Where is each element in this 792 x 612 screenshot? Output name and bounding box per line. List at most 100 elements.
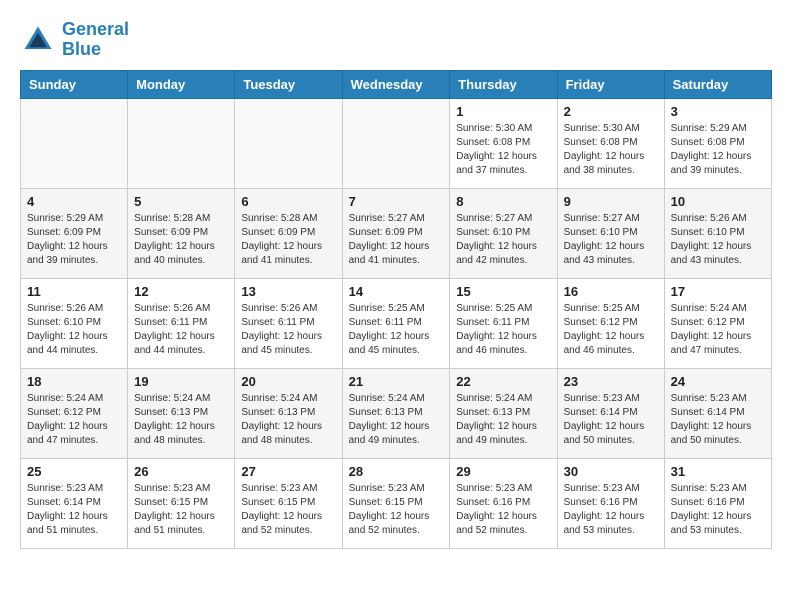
day-info: Sunrise: 5:23 AM Sunset: 6:14 PM Dayligh…	[27, 482, 121, 538]
day-number: 20	[241, 374, 335, 389]
calendar-cell: 30 Sunrise: 5:23 AM Sunset: 6:16 PM Dayli…	[557, 458, 664, 548]
day-info: Sunrise: 5:24 AM Sunset: 6:12 PM Dayligh…	[671, 302, 765, 358]
day-number: 16	[564, 284, 658, 299]
day-info: Sunrise: 5:26 AM Sunset: 6:10 PM Dayligh…	[27, 302, 121, 358]
day-number: 11	[27, 284, 121, 299]
calendar-cell: 2 Sunrise: 5:30 AM Sunset: 6:08 PM Daylig…	[557, 98, 664, 188]
day-info: Sunrise: 5:24 AM Sunset: 6:13 PM Dayligh…	[134, 392, 228, 448]
day-number: 12	[134, 284, 228, 299]
day-info: Sunrise: 5:23 AM Sunset: 6:16 PM Dayligh…	[456, 482, 550, 538]
day-info: Sunrise: 5:30 AM Sunset: 6:08 PM Dayligh…	[456, 122, 550, 178]
weekday-saturday: Saturday	[664, 70, 771, 98]
page-header: General Blue	[20, 20, 772, 60]
day-number: 6	[241, 194, 335, 209]
day-info: Sunrise: 5:27 AM Sunset: 6:09 PM Dayligh…	[349, 212, 444, 268]
day-info: Sunrise: 5:23 AM Sunset: 6:15 PM Dayligh…	[134, 482, 228, 538]
day-info: Sunrise: 5:25 AM Sunset: 6:11 PM Dayligh…	[349, 302, 444, 358]
day-info: Sunrise: 5:29 AM Sunset: 6:08 PM Dayligh…	[671, 122, 765, 178]
day-number: 31	[671, 464, 765, 479]
day-number: 26	[134, 464, 228, 479]
calendar-cell: 21 Sunrise: 5:24 AM Sunset: 6:13 PM Dayli…	[342, 368, 450, 458]
day-info: Sunrise: 5:26 AM Sunset: 6:11 PM Dayligh…	[241, 302, 335, 358]
calendar-cell: 7 Sunrise: 5:27 AM Sunset: 6:09 PM Daylig…	[342, 188, 450, 278]
day-number: 10	[671, 194, 765, 209]
day-info: Sunrise: 5:23 AM Sunset: 6:14 PM Dayligh…	[671, 392, 765, 448]
day-info: Sunrise: 5:28 AM Sunset: 6:09 PM Dayligh…	[134, 212, 228, 268]
calendar-table: SundayMondayTuesdayWednesdayThursdayFrid…	[20, 70, 772, 549]
calendar-cell	[21, 98, 128, 188]
calendar-cell: 13 Sunrise: 5:26 AM Sunset: 6:11 PM Dayli…	[235, 278, 342, 368]
day-number: 30	[564, 464, 658, 479]
calendar-cell: 5Sunrise: 5:28 AM Sunset: 6:09 PM Daylig…	[128, 188, 235, 278]
day-number: 2	[564, 104, 658, 119]
calendar-cell: 10 Sunrise: 5:26 AM Sunset: 6:10 PM Dayli…	[664, 188, 771, 278]
calendar-cell: 22 Sunrise: 5:24 AM Sunset: 6:13 PM Dayli…	[450, 368, 557, 458]
weekday-sunday: Sunday	[21, 70, 128, 98]
day-info: Sunrise: 5:28 AM Sunset: 6:09 PM Dayligh…	[241, 212, 335, 268]
day-info: Sunrise: 5:30 AM Sunset: 6:08 PM Dayligh…	[564, 122, 658, 178]
day-info: Sunrise: 5:29 AM Sunset: 6:09 PM Dayligh…	[27, 212, 121, 268]
calendar-cell: 12 Sunrise: 5:26 AM Sunset: 6:11 PM Dayli…	[128, 278, 235, 368]
day-number: 22	[456, 374, 550, 389]
logo-text: General Blue	[62, 20, 129, 60]
calendar-cell: 24 Sunrise: 5:23 AM Sunset: 6:14 PM Dayli…	[664, 368, 771, 458]
day-number: 4	[27, 194, 121, 209]
calendar-week-5: 25 Sunrise: 5:23 AM Sunset: 6:14 PM Dayli…	[21, 458, 772, 548]
weekday-friday: Friday	[557, 70, 664, 98]
day-info: Sunrise: 5:23 AM Sunset: 6:16 PM Dayligh…	[671, 482, 765, 538]
day-info: Sunrise: 5:24 AM Sunset: 6:13 PM Dayligh…	[349, 392, 444, 448]
day-info: Sunrise: 5:24 AM Sunset: 6:12 PM Dayligh…	[27, 392, 121, 448]
weekday-monday: Monday	[128, 70, 235, 98]
day-number: 25	[27, 464, 121, 479]
day-info: Sunrise: 5:25 AM Sunset: 6:11 PM Dayligh…	[456, 302, 550, 358]
day-number: 9	[564, 194, 658, 209]
day-number: 29	[456, 464, 550, 479]
weekday-thursday: Thursday	[450, 70, 557, 98]
day-info: Sunrise: 5:27 AM Sunset: 6:10 PM Dayligh…	[564, 212, 658, 268]
day-number: 21	[349, 374, 444, 389]
day-info: Sunrise: 5:23 AM Sunset: 6:14 PM Dayligh…	[564, 392, 658, 448]
day-number: 7	[349, 194, 444, 209]
calendar-cell: 1 Sunrise: 5:30 AM Sunset: 6:08 PM Daylig…	[450, 98, 557, 188]
calendar-cell: 8 Sunrise: 5:27 AM Sunset: 6:10 PM Daylig…	[450, 188, 557, 278]
day-number: 3	[671, 104, 765, 119]
calendar-cell: 17 Sunrise: 5:24 AM Sunset: 6:12 PM Dayli…	[664, 278, 771, 368]
calendar-cell	[235, 98, 342, 188]
day-number: 24	[671, 374, 765, 389]
day-info: Sunrise: 5:23 AM Sunset: 6:16 PM Dayligh…	[564, 482, 658, 538]
calendar-cell: 3 Sunrise: 5:29 AM Sunset: 6:08 PM Daylig…	[664, 98, 771, 188]
day-number: 23	[564, 374, 658, 389]
day-info: Sunrise: 5:25 AM Sunset: 6:12 PM Dayligh…	[564, 302, 658, 358]
calendar-cell: 6 Sunrise: 5:28 AM Sunset: 6:09 PM Daylig…	[235, 188, 342, 278]
calendar-cell: 28Sunrise: 5:23 AM Sunset: 6:15 PM Dayli…	[342, 458, 450, 548]
calendar-week-3: 11 Sunrise: 5:26 AM Sunset: 6:10 PM Dayli…	[21, 278, 772, 368]
calendar-cell: 9 Sunrise: 5:27 AM Sunset: 6:10 PM Daylig…	[557, 188, 664, 278]
weekday-tuesday: Tuesday	[235, 70, 342, 98]
day-info: Sunrise: 5:24 AM Sunset: 6:13 PM Dayligh…	[456, 392, 550, 448]
calendar-cell: 29 Sunrise: 5:23 AM Sunset: 6:16 PM Dayli…	[450, 458, 557, 548]
day-number: 8	[456, 194, 550, 209]
day-info: Sunrise: 5:23 AM Sunset: 6:15 PM Dayligh…	[241, 482, 335, 538]
calendar-cell: 11 Sunrise: 5:26 AM Sunset: 6:10 PM Dayli…	[21, 278, 128, 368]
calendar-cell: 20 Sunrise: 5:24 AM Sunset: 6:13 PM Dayli…	[235, 368, 342, 458]
calendar-cell: 4 Sunrise: 5:29 AM Sunset: 6:09 PM Daylig…	[21, 188, 128, 278]
day-number: 14	[349, 284, 444, 299]
day-info: Sunrise: 5:24 AM Sunset: 6:13 PM Dayligh…	[241, 392, 335, 448]
weekday-wednesday: Wednesday	[342, 70, 450, 98]
calendar-cell: 19Sunrise: 5:24 AM Sunset: 6:13 PM Dayli…	[128, 368, 235, 458]
logo-icon	[20, 22, 56, 58]
day-number: 13	[241, 284, 335, 299]
day-info: Sunrise: 5:26 AM Sunset: 6:11 PM Dayligh…	[134, 302, 228, 358]
calendar-week-1: 1 Sunrise: 5:30 AM Sunset: 6:08 PM Daylig…	[21, 98, 772, 188]
day-number: 1	[456, 104, 550, 119]
calendar-cell: 23 Sunrise: 5:23 AM Sunset: 6:14 PM Dayli…	[557, 368, 664, 458]
calendar-cell: 25 Sunrise: 5:23 AM Sunset: 6:14 PM Dayli…	[21, 458, 128, 548]
calendar-cell: 31 Sunrise: 5:23 AM Sunset: 6:16 PM Dayli…	[664, 458, 771, 548]
day-number: 17	[671, 284, 765, 299]
weekday-header-row: SundayMondayTuesdayWednesdayThursdayFrid…	[21, 70, 772, 98]
day-info: Sunrise: 5:27 AM Sunset: 6:10 PM Dayligh…	[456, 212, 550, 268]
day-number: 28	[349, 464, 444, 479]
day-number: 27	[241, 464, 335, 479]
calendar-cell: 15Sunrise: 5:25 AM Sunset: 6:11 PM Dayli…	[450, 278, 557, 368]
day-info: Sunrise: 5:26 AM Sunset: 6:10 PM Dayligh…	[671, 212, 765, 268]
